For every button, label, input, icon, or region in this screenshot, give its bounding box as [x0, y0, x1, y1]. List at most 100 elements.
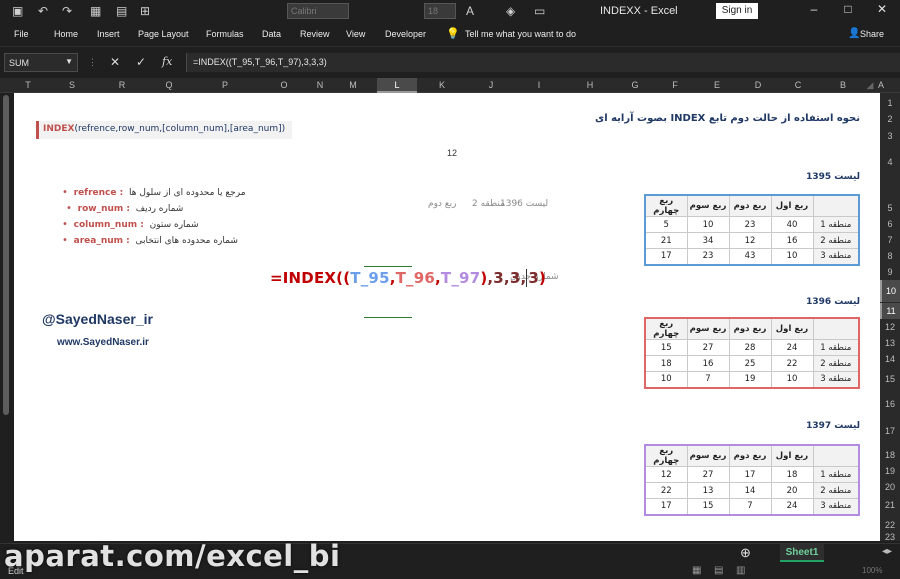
row-header-21[interactable]: 21 [880, 495, 900, 515]
tab-page-layout[interactable]: Page Layout [138, 29, 189, 39]
table-cell[interactable]: 15 [644, 339, 688, 356]
table-cell[interactable]: 14 [728, 482, 772, 499]
tab-formulas[interactable]: Formulas [206, 29, 244, 39]
maximize-button[interactable]: □ [838, 2, 858, 16]
tab-developer[interactable]: Developer [385, 29, 426, 39]
worksheet-grid[interactable]: نحوه استفاده از حالت دوم تابع INDEX بصوت… [14, 93, 880, 541]
tab-review[interactable]: Review [300, 29, 330, 39]
table-cell[interactable]: 17 [644, 248, 688, 265]
table-cell[interactable]: 17 [728, 466, 772, 483]
undo-icon[interactable]: ↶ [38, 4, 48, 18]
tab-view[interactable]: View [346, 29, 365, 39]
row-header-20[interactable]: 20 [880, 479, 900, 495]
share-button[interactable]: Share [860, 29, 884, 39]
row-header-9[interactable]: 9 [880, 264, 900, 280]
row-header-18[interactable]: 18 [880, 447, 900, 463]
column-header-h[interactable]: H [570, 80, 610, 90]
column-header-m[interactable]: M [338, 80, 368, 90]
table-cell[interactable]: 10 [644, 371, 688, 388]
column-header-r[interactable]: R [102, 80, 142, 90]
add-sheet-icon[interactable]: ⊕ [740, 545, 751, 561]
column-header-e[interactable]: E [700, 80, 734, 90]
table-cell[interactable]: 10 [686, 216, 730, 233]
minimize-button[interactable]: – [804, 2, 824, 16]
column-header-n[interactable]: N [307, 80, 333, 90]
table-cell[interactable]: 22 [770, 355, 814, 372]
cancel-icon[interactable]: ✕ [110, 55, 120, 69]
tab-data[interactable]: Data [262, 29, 281, 39]
row-header-1[interactable]: 1 [880, 95, 900, 111]
tab-sheet1[interactable]: Sheet1 [780, 544, 824, 562]
enter-icon[interactable]: ✓ [136, 55, 146, 69]
column-header-j[interactable]: J [471, 80, 511, 90]
table-cell[interactable]: 13 [686, 482, 730, 499]
table-cell[interactable]: 7 [728, 498, 772, 515]
table-cell[interactable]: 18 [770, 466, 814, 483]
scrollbar-thumb[interactable] [3, 95, 9, 415]
table-cell[interactable]: 27 [686, 466, 730, 483]
font-name-box[interactable]: Calibri [287, 3, 349, 19]
column-header-q[interactable]: Q [149, 80, 189, 90]
row-header-23[interactable]: 23 [880, 533, 900, 542]
column-header-a[interactable]: A [876, 80, 886, 90]
table-cell[interactable]: 23 [728, 216, 772, 233]
table-cell[interactable]: 25 [728, 355, 772, 372]
row-header-8[interactable]: 8 [880, 248, 900, 264]
formula-input[interactable]: =INDEX((T_95,T_96,T_97),3,3,3) [186, 53, 900, 72]
table-cell[interactable]: 7 [686, 371, 730, 388]
row-header-19[interactable]: 19 [880, 463, 900, 479]
table-cell[interactable]: 12 [644, 466, 688, 483]
column-header-t[interactable]: T [19, 80, 37, 90]
qat-icon[interactable]: ⊞ [140, 4, 150, 18]
insert-function-icon[interactable]: fx [162, 55, 172, 68]
tab-insert[interactable]: Insert [97, 29, 120, 39]
chevron-down-icon[interactable]: ▼ [65, 57, 73, 66]
qat-icon[interactable]: ▤ [116, 4, 127, 18]
column-header-s[interactable]: S [52, 80, 92, 90]
column-header-l[interactable]: L [377, 78, 417, 93]
row-header-4[interactable]: 4 [880, 147, 900, 177]
table-cell[interactable]: 16 [770, 232, 814, 249]
page-break-view-icon[interactable]: ▥ [736, 565, 745, 576]
table-cell[interactable]: 28 [728, 339, 772, 356]
row-header-2[interactable]: 2 [880, 111, 900, 127]
table-cell[interactable]: 5 [644, 216, 688, 233]
column-header-g[interactable]: G [618, 80, 652, 90]
row-header-14[interactable]: 14 [880, 351, 900, 367]
sign-in-button[interactable]: Sign in [716, 3, 758, 19]
font-size-box[interactable]: 18 [424, 3, 456, 19]
close-button[interactable]: ✕ [872, 2, 892, 16]
row-header-3[interactable]: 3 [880, 127, 900, 145]
page-layout-view-icon[interactable]: ▤ [714, 565, 723, 576]
row-header-16[interactable]: 16 [880, 393, 900, 415]
table-cell[interactable]: 34 [686, 232, 730, 249]
table-cell[interactable]: 17 [644, 498, 688, 515]
column-header-f[interactable]: F [658, 80, 692, 90]
row-header-11[interactable]: 11 [880, 303, 900, 319]
table-cell[interactable]: 40 [770, 216, 814, 233]
row-header-13[interactable]: 13 [880, 335, 900, 351]
table-cell[interactable]: 12 [728, 232, 772, 249]
table-cell[interactable]: 19 [728, 371, 772, 388]
table-cell[interactable]: 20 [770, 482, 814, 499]
column-header-o[interactable]: O [269, 80, 299, 90]
save-icon[interactable]: ▣ [12, 4, 23, 18]
table-cell[interactable]: 43 [728, 248, 772, 265]
table-cell[interactable]: 21 [644, 232, 688, 249]
row-header-17[interactable]: 17 [880, 417, 900, 445]
table-cell[interactable]: 16 [686, 355, 730, 372]
scroll-tabs-icon[interactable]: ◂▸ [882, 546, 892, 557]
column-header-d[interactable]: D [741, 80, 775, 90]
zoom-level[interactable]: 100% [862, 566, 882, 575]
tab-file[interactable]: File [14, 29, 29, 39]
font-color-icon[interactable]: A [466, 4, 474, 18]
qat-icon[interactable]: ▦ [90, 4, 101, 18]
row-header-5[interactable]: 5 [880, 200, 900, 216]
column-header-b[interactable]: B [826, 80, 860, 90]
table-cell[interactable]: 10 [770, 248, 814, 265]
table-cell[interactable]: 23 [686, 248, 730, 265]
table-cell[interactable]: 18 [644, 355, 688, 372]
share-icon[interactable]: 👤 [848, 28, 860, 39]
column-header-k[interactable]: K [422, 80, 462, 90]
row-header-22[interactable]: 22 [880, 517, 900, 533]
